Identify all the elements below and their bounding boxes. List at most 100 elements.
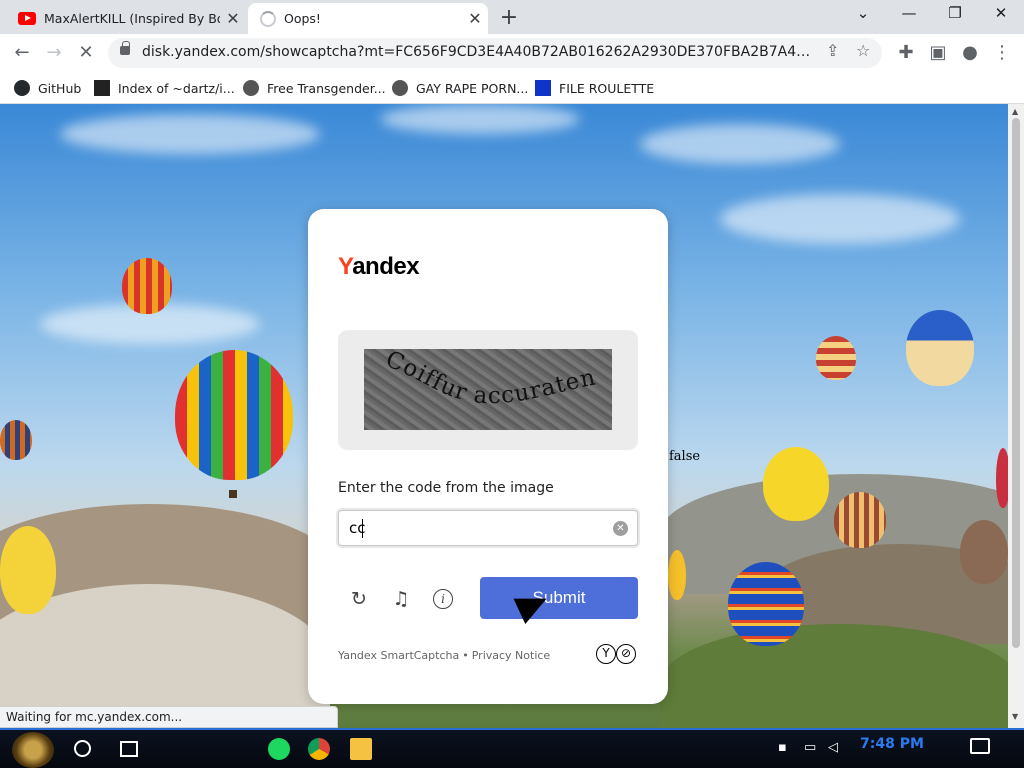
captcha-image: Coiffur accurateness	[364, 349, 612, 430]
url-text[interactable]: disk.yandex.com/showcaptcha?mt=FC656F9CD…	[142, 44, 818, 60]
footer-separator: •	[462, 649, 469, 662]
stray-text: false	[669, 449, 701, 464]
bookmark-label: Index of ~dartz/i...	[118, 80, 235, 96]
valley-trees	[660, 624, 1008, 728]
address-bar[interactable]: disk.yandex.com/showcaptcha?mt=FC656F9CD…	[108, 38, 882, 68]
site-favicon-icon	[243, 80, 259, 96]
cloud	[720, 194, 960, 244]
hot-air-balloon	[906, 310, 974, 386]
new-tab-button[interactable]: +	[496, 5, 522, 30]
back-button[interactable]: ←	[8, 40, 36, 66]
audio-captcha-headphones-icon[interactable]: ♫	[388, 586, 414, 612]
text-caret	[362, 519, 363, 538]
bookmarks-bar: GitHub Index of ~dartz/i... Free Transge…	[0, 72, 1024, 104]
loading-spinner-icon	[260, 10, 276, 27]
yandex-badge-check-icon: ⊘	[616, 644, 636, 664]
task-view-icon[interactable]	[120, 741, 138, 757]
file-roulette-favicon-icon	[535, 80, 551, 96]
tab-oops[interactable]: Oops! ✕	[248, 3, 488, 34]
page-scrollbar[interactable]: ▲ ▼	[1008, 104, 1024, 728]
chrome-icon[interactable]	[308, 738, 330, 760]
info-icon[interactable]: i	[433, 589, 453, 609]
start-orb-icon[interactable]	[12, 732, 54, 768]
bookmark-label: GitHub	[38, 80, 82, 96]
share-icon[interactable]: ⇪	[826, 41, 839, 60]
github-icon	[14, 80, 30, 96]
submit-button[interactable]: Submit	[480, 577, 638, 619]
hot-air-balloon	[122, 258, 172, 314]
bookmark-file-roulette[interactable]: FILE ROULETTE	[535, 77, 654, 99]
cloud	[380, 104, 580, 134]
volume-muted-icon[interactable]: ◁	[828, 740, 838, 755]
yandex-logo-y: Y	[338, 253, 353, 280]
tab-maxalertkill[interactable]: MaxAlertKILL (Inspired By Bo ✕	[0, 3, 246, 34]
hot-air-balloon	[960, 520, 1008, 584]
tab-title: MaxAlertKILL (Inspired By Bo	[44, 11, 220, 26]
bookmark-star-icon[interactable]: ☆	[856, 41, 870, 60]
bookmark-index[interactable]: Index of ~dartz/i...	[94, 77, 235, 99]
bookmark-gay-rape-porn[interactable]: GAY RAPE PORN...	[392, 77, 528, 99]
hot-air-balloon	[0, 420, 32, 460]
tray-app-icon[interactable]: ▪	[778, 740, 787, 755]
tab-title: Oops!	[284, 11, 321, 26]
forward-button[interactable]: →	[40, 40, 68, 66]
smartcaptcha-brand[interactable]: Yandex SmartCaptcha	[338, 649, 459, 662]
close-tab-icon[interactable]: ✕	[462, 9, 488, 28]
minimize-button[interactable]: —	[886, 4, 932, 22]
restore-button[interactable]: ❐	[932, 4, 978, 22]
scroll-down-arrow-icon[interactable]: ▼	[1012, 712, 1018, 721]
screen: { "browser": { "tabs": [ {"title": "MaxA…	[0, 0, 1024, 768]
file-explorer-icon[interactable]	[350, 738, 372, 760]
extensions-icon[interactable]: ✚	[892, 40, 920, 66]
bookmark-label: FILE ROULETTE	[559, 80, 655, 96]
lock-icon[interactable]	[120, 41, 130, 55]
tab-search-button[interactable]: ⌄	[840, 4, 886, 22]
bookmark-label: Free Transgender...	[267, 80, 386, 96]
cloud	[640, 124, 840, 164]
status-bubble: Waiting for mc.yandex.com...	[0, 706, 338, 728]
clear-input-icon[interactable]: ✕	[613, 521, 628, 536]
spotify-icon[interactable]	[268, 738, 290, 760]
browser-toolbar: ← → ✕ disk.yandex.com/showcaptcha?mt=FC6…	[0, 34, 1024, 72]
bookmark-github[interactable]: GitHub	[14, 77, 81, 99]
cortana-icon[interactable]	[74, 740, 91, 757]
privacy-notice-link[interactable]: Privacy Notice	[472, 649, 550, 662]
globe-icon	[392, 80, 408, 96]
captcha-text: Coiffur accurateness	[364, 349, 597, 409]
notification-center-icon[interactable]	[970, 738, 990, 754]
captcha-distorted-text: Coiffur accurateness	[364, 349, 598, 409]
bookmark-label: GAY RAPE PORN...	[416, 80, 529, 96]
bookmark-free-transgender[interactable]: Free Transgender...	[243, 77, 386, 99]
tab-bar: MaxAlertKILL (Inspired By Bo ✕ Oops! ✕ +…	[0, 0, 1024, 34]
captcha-prompt: Enter the code from the image	[338, 480, 554, 496]
captcha-image-box: Coiffur accurateness	[338, 330, 638, 450]
side-panel-icon[interactable]: ▣	[924, 40, 952, 66]
index-favicon-icon	[94, 80, 110, 96]
captcha-code-input[interactable]: cc ✕	[338, 510, 638, 546]
refresh-captcha-icon[interactable]: ↻	[346, 586, 372, 612]
hot-air-balloon	[728, 562, 804, 646]
youtube-icon	[18, 12, 36, 25]
hot-air-balloon	[996, 448, 1008, 508]
menu-kebab-icon[interactable]: ⋮	[988, 40, 1016, 66]
hot-air-balloon	[816, 336, 856, 380]
close-tab-icon[interactable]: ✕	[220, 9, 246, 28]
captcha-input-value[interactable]: cc	[349, 519, 366, 537]
network-icon[interactable]: ▭	[804, 740, 816, 755]
hot-air-balloon	[0, 526, 56, 614]
close-window-button[interactable]: ✕	[978, 4, 1024, 22]
captcha-card: Yandex Coiffur accurateness Enter the co…	[308, 209, 668, 704]
taskbar: ▪ ▭ ◁ 7:48 PM	[0, 728, 1024, 768]
scrollbar-thumb[interactable]	[1012, 118, 1020, 648]
balloon-basket	[229, 490, 237, 498]
captcha-footer: Yandex SmartCaptcha • Privacy Notice	[338, 649, 550, 662]
hot-air-balloon	[175, 350, 293, 480]
yandex-logo-rest: andex	[352, 253, 420, 280]
yandex-badge-y-icon: Y	[596, 644, 616, 664]
stop-loading-button[interactable]: ✕	[72, 40, 100, 66]
taskbar-clock[interactable]: 7:48 PM	[860, 736, 924, 752]
scroll-up-arrow-icon[interactable]: ▲	[1012, 107, 1018, 116]
profile-avatar-icon[interactable]: ●	[956, 40, 984, 66]
svg-text:Coiffur accurateness: Coiffur accurateness	[364, 349, 598, 409]
hot-air-balloon	[763, 447, 829, 521]
